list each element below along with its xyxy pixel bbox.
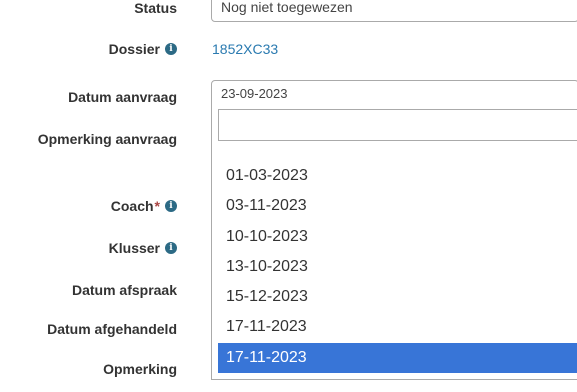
opmerking-label: Opmerking xyxy=(103,361,177,377)
datum-aanvraag-select[interactable]: 23-09-2023 xyxy=(211,80,577,107)
datum-aanvraag-dropdown: 01-03-2023 03-11-2023 10-10-2023 13-10-2… xyxy=(211,104,577,380)
info-icon[interactable]: i xyxy=(165,200,177,212)
dossier-label: Dossier i xyxy=(109,41,177,57)
datum-afspraak-label: Datum afspraak xyxy=(72,282,177,298)
dropdown-option[interactable]: 15-12-2023 xyxy=(218,282,577,312)
dropdown-option[interactable]: 10-10-2023 xyxy=(218,222,577,252)
dossier-link[interactable]: 1852XC33 xyxy=(212,41,278,57)
datum-aanvraag-label: Datum aanvraag xyxy=(68,89,177,105)
status-label: Status xyxy=(134,0,177,16)
dropdown-search-input[interactable] xyxy=(218,109,577,141)
datum-aanvraag-label-text: Datum aanvraag xyxy=(68,89,177,105)
status-value: Nog niet toegewezen xyxy=(221,0,353,15)
datum-afspraak-label-text: Datum afspraak xyxy=(71,282,177,298)
dropdown-options: 01-03-2023 03-11-2023 10-10-2023 13-10-2… xyxy=(218,161,577,374)
opmerking-label-text: Opmerking xyxy=(103,361,177,377)
klusser-label: Klusser i xyxy=(109,240,177,256)
dropdown-option[interactable]: 13-10-2023 xyxy=(218,252,577,282)
dropdown-option[interactable]: 01-03-2023 xyxy=(218,161,577,191)
opmerking-aanvraag-label: Opmerking aanvraag xyxy=(38,131,177,147)
status-field[interactable]: Nog niet toegewezen xyxy=(211,0,577,22)
info-icon[interactable]: i xyxy=(165,242,177,254)
dropdown-option-highlighted[interactable]: 17-11-2023 xyxy=(218,342,577,374)
datum-afgehandeld-label-text: Datum afgehandeld xyxy=(47,321,177,337)
status-label-text: Status xyxy=(134,0,177,16)
required-mark: * xyxy=(154,198,160,214)
datum-afgehandeld-label: Datum afgehandeld xyxy=(47,321,177,337)
info-icon[interactable]: i xyxy=(165,43,177,55)
coach-label-text: Coach xyxy=(110,198,154,214)
klusser-label-text: Klusser xyxy=(108,240,160,256)
dropdown-option[interactable]: 03-11-2023 xyxy=(218,191,577,221)
datum-aanvraag-value: 23-09-2023 xyxy=(221,86,288,101)
opmerking-aanvraag-label-text: Opmerking aanvraag xyxy=(37,131,177,147)
dropdown-option[interactable]: 17-11-2023 xyxy=(218,312,577,342)
coach-label: Coach * i xyxy=(111,198,177,214)
dossier-label-text: Dossier xyxy=(108,41,160,57)
